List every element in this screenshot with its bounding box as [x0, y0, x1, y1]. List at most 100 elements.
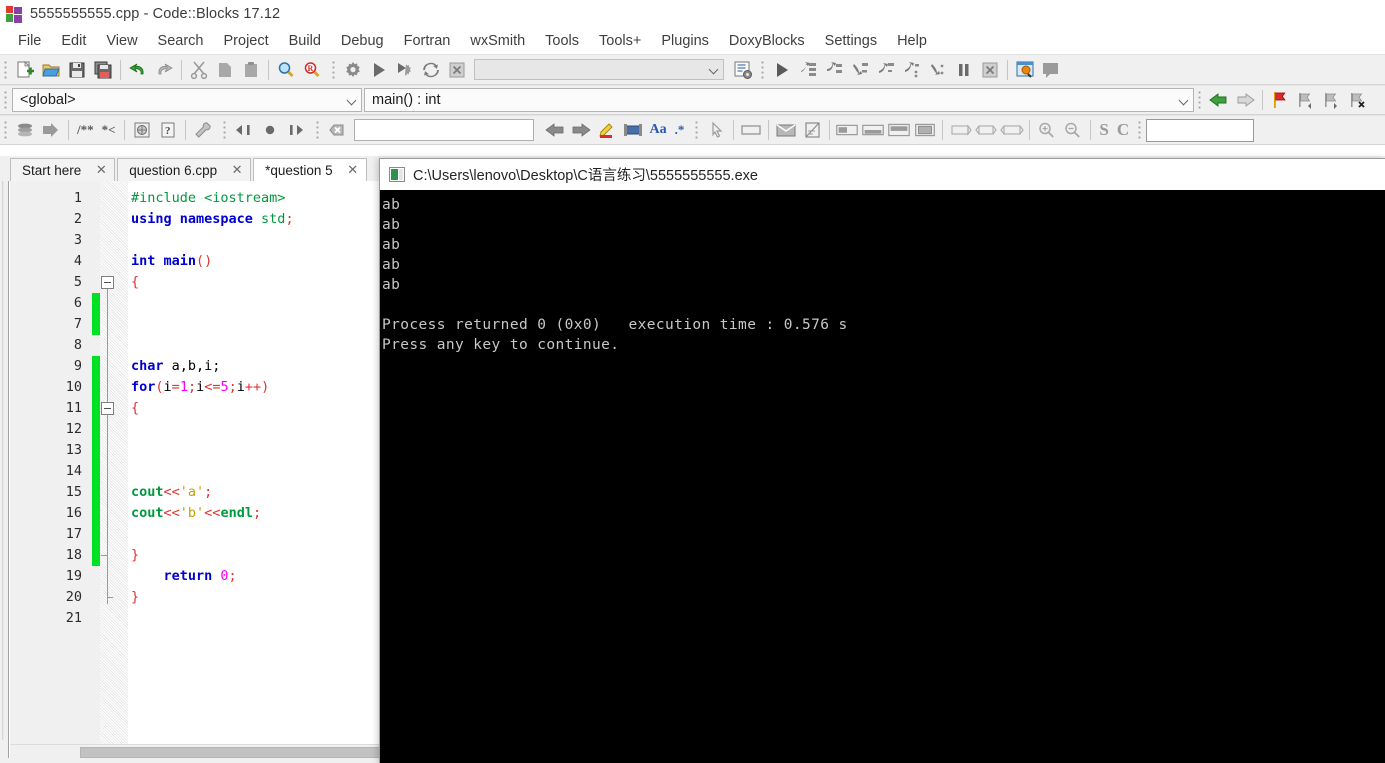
menu-item-plugins[interactable]: Plugins [651, 31, 719, 51]
close-icon[interactable]: ✕ [231, 162, 243, 178]
run-icon[interactable] [366, 58, 392, 82]
debug-step-into-icon[interactable] [847, 58, 873, 82]
menu-item-search[interactable]: Search [148, 31, 214, 51]
doxyblocks-blockcomment-icon[interactable]: /** [73, 118, 98, 142]
redo-icon[interactable] [151, 58, 177, 82]
menu-item-edit[interactable]: Edit [51, 31, 96, 51]
search-next-icon[interactable] [568, 118, 594, 142]
save-all-icon[interactable] [90, 58, 116, 82]
menu-item-wxsmith[interactable]: wxSmith [460, 31, 535, 51]
toolbar-grip[interactable] [1137, 119, 1145, 141]
management-panel-splitter[interactable] [0, 181, 9, 763]
cut-icon[interactable] [186, 58, 212, 82]
selected-text-only-icon[interactable] [620, 118, 646, 142]
browse-back-icon[interactable] [1206, 88, 1232, 112]
fold-toggle[interactable] [101, 276, 114, 289]
regex-icon[interactable]: .* [671, 118, 689, 142]
toolbar-grip[interactable] [3, 119, 10, 141]
find-icon[interactable] [273, 58, 299, 82]
debugging-windows-icon[interactable] [1012, 58, 1038, 82]
toolbar-grip[interactable] [694, 119, 702, 141]
paste-icon[interactable] [238, 58, 264, 82]
build-icon[interactable] [340, 58, 366, 82]
doxyblocks-extract-icon[interactable] [12, 118, 38, 142]
menu-item-doxyblocks[interactable]: DoxyBlocks [719, 31, 815, 51]
undo-icon[interactable] [125, 58, 151, 82]
menu-item-project[interactable]: Project [214, 31, 279, 51]
editor-tab[interactable]: Start here ✕ [10, 158, 116, 181]
doxyblocks-help-icon[interactable]: ? [155, 118, 181, 142]
debug-next-line-icon[interactable] [821, 58, 847, 82]
toolbar-grip[interactable] [1197, 89, 1204, 111]
menu-item-file[interactable]: File [8, 31, 51, 51]
debug-break-icon[interactable] [951, 58, 977, 82]
debug-run-to-cursor-icon[interactable] [795, 58, 821, 82]
toggle-bookmark-icon[interactable] [1267, 88, 1293, 112]
doxyblocks-run-icon[interactable] [38, 118, 64, 142]
panel-icon[interactable] [738, 118, 764, 142]
search-input[interactable] [353, 119, 534, 141]
doxyblocks-linecomment-icon[interactable]: *< [98, 118, 120, 142]
browse-forward-icon[interactable] [1232, 88, 1258, 112]
doxyblocks-config-icon[interactable] [190, 118, 216, 142]
scope-combo[interactable]: <global> [12, 88, 362, 112]
open-file-icon[interactable] [38, 58, 64, 82]
stretch-left-icon[interactable] [947, 118, 973, 142]
debug-step-out-icon[interactable] [873, 58, 899, 82]
close-icon[interactable]: ✕ [95, 162, 107, 178]
highlight-occurrences-icon[interactable] [594, 118, 620, 142]
fold-toggle[interactable] [101, 402, 114, 415]
menu-item-debug[interactable]: Debug [331, 31, 394, 51]
rebuild-icon[interactable] [418, 58, 444, 82]
toolbar-grip[interactable] [3, 58, 10, 81]
select-target-icon[interactable] [730, 58, 756, 82]
zoom-out-icon[interactable] [1060, 118, 1086, 142]
menu-item-help[interactable]: Help [887, 31, 937, 51]
menu-item-settings[interactable]: Settings [815, 31, 887, 51]
toolbar-grip[interactable] [331, 58, 338, 81]
stretch-center-icon[interactable] [973, 118, 999, 142]
toolbar-grip[interactable] [3, 89, 10, 111]
next-bookmark-icon[interactable] [1319, 88, 1345, 112]
close-icon[interactable]: ✕ [347, 162, 359, 178]
debug-continue-icon[interactable] [769, 58, 795, 82]
new-file-icon[interactable] [12, 58, 38, 82]
stretch-right-icon[interactable] [999, 118, 1025, 142]
build-and-run-icon[interactable] [392, 58, 418, 82]
editor-tab[interactable]: *question 5 ✕ [253, 158, 367, 181]
replace-icon[interactable]: R [299, 58, 325, 82]
console-title-bar[interactable]: C:\Users\lenovo\Desktop\C语言练习\5555555555… [380, 159, 1385, 190]
menu-item-tools-[interactable]: Tools+ [589, 31, 651, 51]
comment-icon[interactable]: C [1113, 118, 1133, 142]
jump-back-icon[interactable] [231, 118, 257, 142]
toolbar-grip[interactable] [314, 119, 322, 141]
console-window[interactable]: C:\Users\lenovo\Desktop\C语言练习\5555555555… [379, 158, 1385, 763]
debug-next-instruction-icon[interactable] [899, 58, 925, 82]
sizer-box-icon[interactable] [912, 118, 938, 142]
console-output[interactable]: ab ab ab ab ab Process returned 0 (0x0) execu… [380, 190, 1385, 763]
dialog-icon[interactable] [773, 118, 799, 142]
jump-home-icon[interactable] [257, 118, 283, 142]
wxsmith-extra-input[interactable] [1146, 118, 1255, 142]
sizer-h-icon[interactable] [834, 118, 860, 142]
toolbar-grip[interactable] [221, 119, 229, 141]
menu-item-tools[interactable]: Tools [535, 31, 589, 51]
build-target-combo[interactable] [474, 59, 724, 80]
zoom-in-icon[interactable] [1034, 118, 1060, 142]
pointer-tool-icon[interactable] [703, 118, 729, 142]
toolbar-grip[interactable] [760, 58, 767, 81]
clear-search-icon[interactable] [324, 118, 350, 142]
clear-all-bookmarks-icon[interactable] [1345, 88, 1371, 112]
debug-stop-icon[interactable] [977, 58, 1003, 82]
frame-icon[interactable] [799, 118, 825, 142]
menu-item-fortran[interactable]: Fortran [394, 31, 461, 51]
sizer-grid-icon[interactable] [886, 118, 912, 142]
smart-indent-icon[interactable]: S [1095, 118, 1112, 142]
jump-forward-icon[interactable] [283, 118, 309, 142]
save-icon[interactable] [64, 58, 90, 82]
match-case-icon[interactable]: Aa [646, 118, 671, 142]
function-combo[interactable]: main() : int [364, 88, 1194, 112]
code-folding-gutter[interactable] [100, 181, 128, 744]
search-previous-icon[interactable] [542, 118, 568, 142]
doxyblocks-html-icon[interactable] [129, 118, 155, 142]
